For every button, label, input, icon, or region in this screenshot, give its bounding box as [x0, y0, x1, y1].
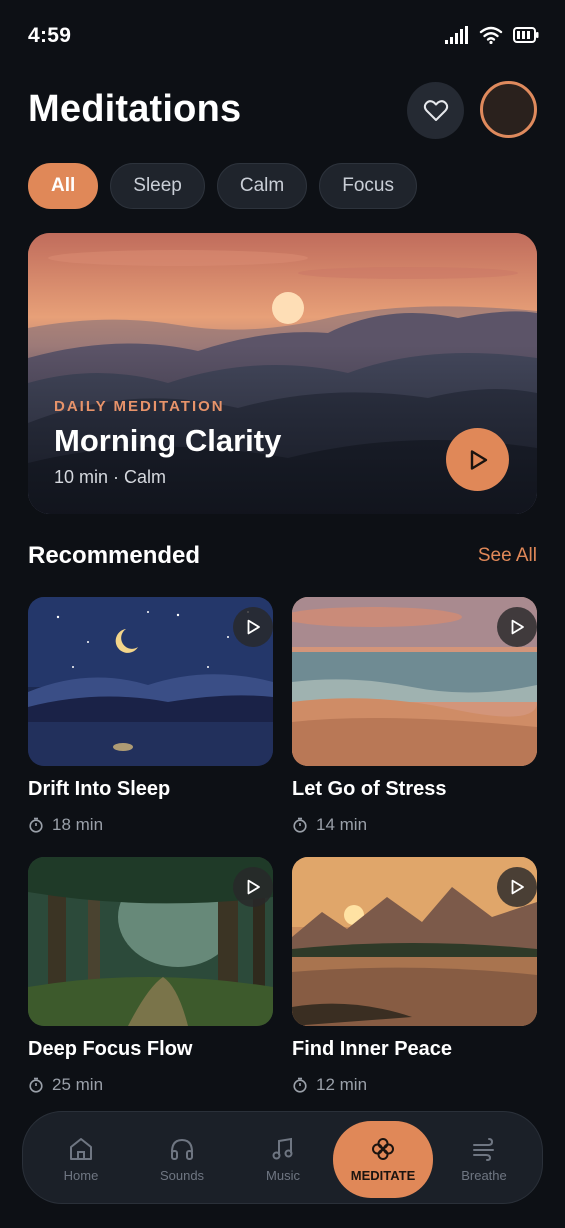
page-title: Meditations: [28, 88, 242, 130]
card-meta: 14 min: [292, 815, 537, 835]
chip-focus[interactable]: Focus: [319, 163, 417, 209]
play-icon: [511, 879, 524, 895]
chip-sleep[interactable]: Sleep: [110, 163, 205, 209]
flower-icon: [372, 1138, 394, 1160]
card-title: Find Inner Peace: [292, 1038, 453, 1060]
featured-play-button[interactable]: [446, 428, 509, 491]
card-duration: 18 min: [52, 815, 104, 834]
meditation-card[interactable]: Deep Focus Flow 25 min: [28, 857, 273, 1095]
play-icon: [470, 449, 487, 470]
timer-icon: [293, 817, 307, 833]
card-play-button[interactable]: [233, 867, 273, 907]
signal-icon: [445, 26, 468, 44]
card-title: Deep Focus Flow: [28, 1038, 193, 1060]
timer-icon: [293, 1077, 307, 1093]
nav-label: MEDITATE: [350, 1168, 416, 1183]
card-duration: 14 min: [316, 815, 368, 834]
play-icon: [511, 619, 524, 635]
play-icon: [247, 619, 260, 635]
nav-sounds[interactable]: Sounds: [134, 1122, 230, 1197]
headphones-icon: [171, 1138, 193, 1160]
avatar[interactable]: [480, 81, 537, 138]
card-image: [28, 857, 273, 1026]
status-icons: [445, 26, 539, 44]
nav-label: Home: [63, 1168, 99, 1183]
home-icon: [70, 1138, 92, 1160]
featured-meta: 10 min · Calm: [54, 467, 167, 487]
nav-music[interactable]: Music: [235, 1122, 331, 1197]
meditation-card[interactable]: Drift Into Sleep 18 min: [28, 597, 273, 835]
meditation-card[interactable]: Find Inner Peace 12 min: [292, 857, 537, 1095]
nav-label: Sounds: [159, 1168, 205, 1183]
favorites-button[interactable]: [407, 82, 464, 139]
card-play-button[interactable]: [497, 607, 537, 647]
status-time: 4:59: [28, 24, 72, 47]
meditation-card[interactable]: Let Go of Stress 14 min: [292, 597, 537, 835]
wifi-icon: [479, 26, 503, 44]
card-title: Let Go of Stress: [292, 778, 447, 800]
card-image: [292, 857, 537, 1026]
nav-label: Music: [266, 1168, 300, 1183]
featured-title: Morning Clarity: [54, 423, 282, 458]
filter-chips: All Sleep Calm Focus: [28, 163, 417, 209]
card-duration: 25 min: [52, 1075, 104, 1094]
card-meta: 25 min: [28, 1075, 273, 1095]
chip-calm[interactable]: Calm: [216, 163, 308, 209]
chip-all[interactable]: All: [28, 163, 99, 209]
battery-icon: [513, 27, 539, 43]
card-title: Drift Into Sleep: [28, 778, 171, 800]
play-icon: [247, 879, 260, 895]
nav-home[interactable]: Home: [33, 1122, 129, 1197]
featured-eyebrow: DAILY MEDITATION: [54, 398, 225, 415]
nav-breathe[interactable]: Breathe: [436, 1122, 532, 1197]
card-meta: 18 min: [28, 815, 273, 835]
see-all-link[interactable]: See All: [478, 545, 537, 567]
card-duration: 12 min: [316, 1075, 368, 1094]
card-image: [28, 597, 273, 766]
timer-icon: [29, 1077, 43, 1093]
card-play-button[interactable]: [497, 867, 537, 907]
recommended-title: Recommended: [28, 542, 201, 569]
status-bar: 4:59: [0, 0, 565, 76]
card-meta: 12 min: [292, 1075, 537, 1095]
card-play-button[interactable]: [233, 607, 273, 647]
nav-label: Breathe: [461, 1168, 507, 1183]
wind-icon: [473, 1138, 494, 1161]
card-image: [292, 597, 537, 766]
heart-icon: [423, 99, 448, 121]
music-note-icon: [272, 1137, 293, 1160]
timer-icon: [29, 817, 43, 833]
featured-card[interactable]: DAILY MEDITATION Morning Clarity 10 min …: [28, 233, 537, 514]
bottom-nav: Home Sounds Music MEDITATE Breathe: [22, 1111, 543, 1204]
nav-meditate[interactable]: MEDITATE: [333, 1121, 433, 1198]
